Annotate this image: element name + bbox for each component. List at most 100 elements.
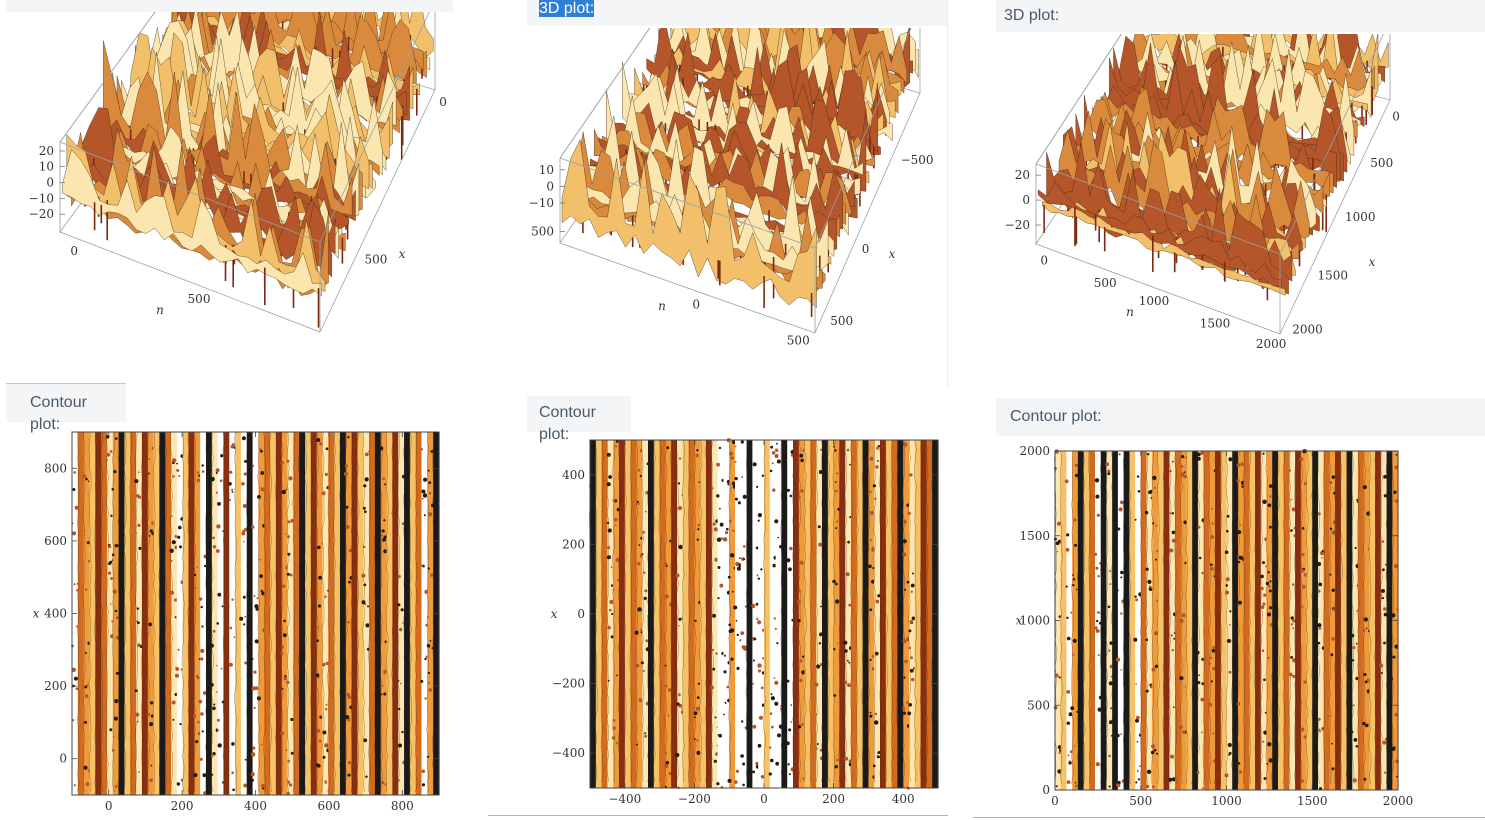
surface-2-ztick-label: −10 (530, 196, 554, 210)
contour-2-speckle (874, 651, 879, 656)
surface-1-ztick-label: −10 (29, 192, 54, 206)
contour-1-speckle (149, 778, 153, 783)
contour-3-speckle (1145, 784, 1150, 789)
surface-2-xtick-label: −500 (901, 153, 934, 167)
contour-2-speckle (695, 453, 699, 458)
contour-1-speckle (175, 667, 180, 671)
contour-2-speckle (664, 664, 667, 667)
contour-3-speckle (1152, 522, 1155, 525)
contour-3-xtick-label: 500 (1129, 794, 1152, 808)
contour-2-speckle (734, 780, 738, 784)
contour-3-speckle (1095, 566, 1099, 570)
contour-3-speckle (1097, 611, 1100, 614)
contour-2-speckle (872, 484, 876, 488)
surface-1-nlabel: n (156, 303, 164, 317)
contour-1-band (334, 432, 341, 795)
contour-2-speckle (907, 511, 911, 516)
contour-3-speckle (1135, 781, 1138, 784)
contour-3-speckle (1146, 769, 1152, 774)
contour-3-speckle (1267, 571, 1270, 574)
contour-1-speckle (317, 604, 322, 608)
contour-2-speckle (818, 542, 823, 547)
contour-2-band (740, 440, 748, 788)
contour-1-speckle (253, 670, 257, 674)
surface-1-ntick-label: 500 (188, 292, 211, 306)
contour-1-speckle (84, 652, 87, 654)
contour-2-speckle (904, 659, 908, 664)
contour-1-speckle (72, 531, 77, 536)
contour-1-speckle (260, 487, 265, 492)
contour-1-speckle (324, 595, 327, 598)
contour-3-band (1163, 451, 1170, 790)
contour-2-speckle (740, 631, 745, 635)
contour-2-ytick-label: −200 (552, 677, 585, 691)
contour-1-speckle (176, 782, 181, 786)
contour-3-speckle (1096, 513, 1100, 517)
contour-1-speckle (383, 692, 387, 696)
contour-3-speckle (1363, 617, 1368, 622)
contour-1-speckle (344, 464, 348, 468)
contour-1-speckle (316, 639, 320, 642)
contour-2-speckle (637, 561, 641, 566)
contour-2-speckle (717, 566, 721, 569)
contour-1-speckle (211, 773, 214, 776)
contour-3-speckle (1171, 512, 1175, 515)
contour-3-speckle (1236, 702, 1241, 706)
contour-3-ytick-label: 0 (1042, 783, 1050, 797)
contour-2-speckle (741, 720, 744, 723)
contour-2-speckle (733, 605, 738, 610)
contour-1-speckle (286, 459, 290, 463)
contour-1-speckle (215, 468, 220, 473)
contour-3-band (1083, 451, 1090, 790)
contour-1-xtick-label: 800 (391, 799, 414, 813)
contour-3-speckle (1381, 540, 1385, 543)
contour-1-speckle (253, 595, 256, 598)
contour-3-speckle (1072, 653, 1075, 656)
contour-3-speckle (1261, 649, 1265, 652)
contour-1-speckle (284, 533, 287, 535)
contour-1-speckle (228, 498, 231, 501)
contour-3-speckle (1074, 463, 1079, 467)
contour-2-speckle (844, 756, 849, 761)
contour-1-speckle (260, 589, 263, 593)
contour-1-speckle (253, 706, 256, 709)
contour-1-speckle (200, 605, 203, 609)
contour-3-speckle (1237, 560, 1241, 564)
contour-2-speckle (832, 579, 836, 584)
contour-3-speckle (1269, 606, 1273, 610)
contour-3-speckle (1152, 475, 1157, 481)
contour-3-speckle (1268, 484, 1273, 488)
contour-3-speckle (1290, 616, 1294, 620)
contour-2-speckle (607, 626, 611, 630)
contour-2-speckle (772, 488, 776, 492)
contour-3-speckle (1109, 570, 1111, 572)
contour-2-speckle (797, 495, 801, 499)
contour-2-speckle (789, 494, 793, 498)
contour-1-speckle (427, 469, 430, 472)
contour-3-speckle (1120, 733, 1122, 736)
contour-1-speckle (198, 474, 201, 477)
contour-1-speckle (179, 723, 182, 726)
contour-2-speckle (911, 677, 915, 682)
surface-3-ztick-label: −20 (1005, 218, 1030, 232)
contour-3-speckle (1262, 602, 1266, 606)
contour-3-speckle (1226, 514, 1230, 518)
contour-1-speckle (428, 481, 432, 484)
contour-1-speckle (231, 598, 234, 601)
contour-2-speckle (728, 519, 732, 523)
contour-2-speckle (757, 669, 762, 673)
contour-3-speckle (1237, 530, 1242, 535)
contour-1-speckle (229, 470, 233, 474)
contour-3-speckle (1169, 470, 1172, 473)
contour-1-band (281, 432, 289, 795)
contour-2-speckle (719, 583, 724, 588)
contour-1-speckle (137, 643, 141, 647)
contour-3-speckle (1267, 656, 1270, 659)
contour-2-speckle (786, 679, 790, 683)
contour-1-speckle (149, 722, 154, 727)
contour-3-speckle (1145, 638, 1148, 642)
contour-2-band (706, 440, 713, 788)
contour-1-speckle (228, 662, 233, 667)
contour-3-speckle (1074, 784, 1078, 788)
contour-1-speckle (84, 694, 89, 698)
